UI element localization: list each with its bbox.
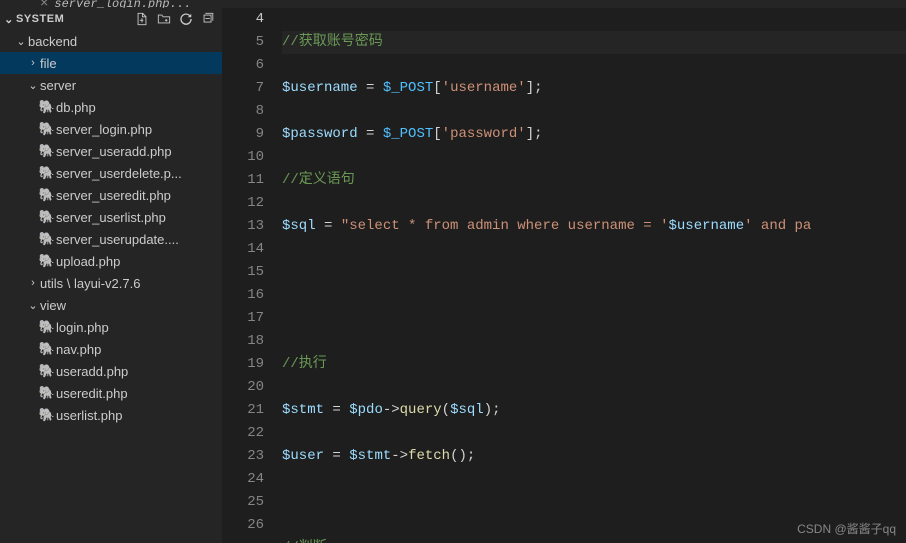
line-number: 8 [222,100,264,123]
collapse-all-icon[interactable] [198,9,218,29]
code-area[interactable]: //获取账号密码 $username = $_POST['username'];… [282,8,906,543]
file-server-useredit-php[interactable]: 🐘server_useredit.php [0,184,222,206]
php-file-icon: 🐘 [38,363,56,379]
php-file-icon: 🐘 [38,385,56,401]
php-file-icon: 🐘 [38,341,56,357]
line-number: 19 [222,353,264,376]
line-number: 13 [222,215,264,238]
file-db-php[interactable]: 🐘db.php [0,96,222,118]
line-number: 20 [222,376,264,399]
folder-server[interactable]: ⌄server [0,74,222,96]
explorer-section-header[interactable]: ⌄ SYSTEM [0,8,222,30]
tree-item-label: nav.php [56,342,101,357]
file-server-userlist-php[interactable]: 🐘server_userlist.php [0,206,222,228]
line-number: 18 [222,330,264,353]
php-file-icon: 🐘 [38,121,56,137]
php-file-icon: 🐘 [38,187,56,203]
chevron-down-icon: ⌄ [26,79,40,92]
tree-item-label: utils \ layui-v2.7.6 [40,276,140,291]
tree-item-label: useradd.php [56,364,128,379]
watermark: CSDN @酱酱子qq [797,520,896,537]
php-file-icon: 🐘 [38,253,56,269]
explorer-sidebar: ⌄ SYSTEM ⌄backend›file⌄server🐘db.php🐘ser… [0,8,222,543]
folder-view[interactable]: ⌄view [0,294,222,316]
tree-item-label: server_login.php [56,122,152,137]
line-number: 5 [222,31,264,54]
php-file-icon: 🐘 [38,143,56,159]
line-number: 6 [222,54,264,77]
section-title: SYSTEM [16,13,132,25]
php-file-icon: 🐘 [38,165,56,181]
tree-item-label: server_userdelete.p... [56,166,182,181]
tree-item-label: server [40,78,76,93]
tree-item-label: useredit.php [56,386,128,401]
tree-item-label: server_userupdate.... [56,232,179,247]
tree-item-label: userlist.php [56,408,122,423]
line-number: 22 [222,422,264,445]
file-useradd-php[interactable]: 🐘useradd.php [0,360,222,382]
line-number: 4 [222,8,264,31]
file-userlist-php[interactable]: 🐘userlist.php [0,404,222,426]
folder-backend[interactable]: ⌄backend [0,30,222,52]
refresh-icon[interactable] [176,9,196,29]
tree-item-label: server_useredit.php [56,188,171,203]
tree-item-label: login.php [56,320,109,335]
editor-tab-bar: × server_login.php... [0,0,906,8]
line-number: 15 [222,261,264,284]
tree-item-label: upload.php [56,254,120,269]
line-number: 25 [222,491,264,514]
php-file-icon: 🐘 [38,231,56,247]
chevron-down-icon: ⌄ [14,35,28,48]
tree-item-label: file [40,56,57,71]
tree-item-label: view [40,298,66,313]
file-upload-php[interactable]: 🐘upload.php [0,250,222,272]
new-file-icon[interactable] [132,9,152,29]
chevron-right-icon: › [26,277,40,289]
chevron-right-icon: › [26,57,40,69]
line-number: 16 [222,284,264,307]
tree-item-label: backend [28,34,77,49]
line-number: 24 [222,468,264,491]
chevron-down-icon: ⌄ [2,13,16,26]
folder-utils-layui-v2-7-6[interactable]: ›utils \ layui-v2.7.6 [0,272,222,294]
file-nav-php[interactable]: 🐘nav.php [0,338,222,360]
line-number: 23 [222,445,264,468]
php-file-icon: 🐘 [38,99,56,115]
line-number: 17 [222,307,264,330]
file-login-php[interactable]: 🐘login.php [0,316,222,338]
line-number: 10 [222,146,264,169]
file-useredit-php[interactable]: 🐘useredit.php [0,382,222,404]
tab-close-icon[interactable]: × [40,0,48,8]
file-server-userupdate-[interactable]: 🐘server_userupdate.... [0,228,222,250]
php-file-icon: 🐘 [38,319,56,335]
chevron-down-icon: ⌄ [26,299,40,312]
line-number: 7 [222,77,264,100]
tab-label[interactable]: server_login.php... [54,0,191,8]
file-server-useradd-php[interactable]: 🐘server_useradd.php [0,140,222,162]
line-number: 9 [222,123,264,146]
php-file-icon: 🐘 [38,209,56,225]
tree-item-label: server_userlist.php [56,210,166,225]
code-editor[interactable]: 4567891011121314151617181920212223242526… [222,8,906,543]
file-server-login-php[interactable]: 🐘server_login.php [0,118,222,140]
file-tree: ⌄backend›file⌄server🐘db.php🐘server_login… [0,30,222,543]
file-server-userdelete-p-[interactable]: 🐘server_userdelete.p... [0,162,222,184]
line-number: 26 [222,514,264,537]
line-number-gutter: 4567891011121314151617181920212223242526 [222,8,282,543]
line-number: 11 [222,169,264,192]
new-folder-icon[interactable] [154,9,174,29]
folder-file[interactable]: ›file [0,52,222,74]
tree-item-label: db.php [56,100,96,115]
tree-item-label: server_useradd.php [56,144,172,159]
line-number: 21 [222,399,264,422]
php-file-icon: 🐘 [38,407,56,423]
line-number: 14 [222,238,264,261]
line-number: 12 [222,192,264,215]
